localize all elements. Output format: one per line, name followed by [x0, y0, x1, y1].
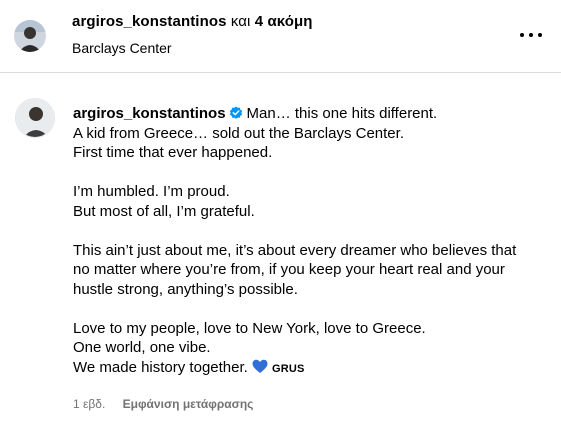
caption-line: A kid from Greece… sold out the Barclays… [73, 124, 404, 142]
more-dot-icon [538, 33, 542, 37]
flag-tag: GRUS [272, 362, 305, 375]
location-link[interactable]: Barclays Center [72, 40, 172, 56]
caption-gap [73, 299, 548, 319]
header-username[interactable]: argiros_konstantinos [72, 13, 227, 30]
caption-line: This ain’t just about me, it’s about eve… [73, 241, 517, 259]
caption-username[interactable]: argiros_konstantinos [73, 105, 226, 122]
caption-line: I’m humbled. I’m proud. [73, 183, 230, 200]
caption-line: But most of all, I’m grateful. [73, 202, 255, 220]
post-header: argiros_konstantinos και 4 ακόμη Barclay… [0, 0, 561, 73]
caption-avatar[interactable] [15, 98, 55, 138]
caption-line: argiros_konstantinos Man… this one hits d… [73, 104, 548, 124]
caption-gap [73, 221, 548, 241]
header-connector: και [230, 13, 251, 30]
caption-line: hustle strong, anything’s possible. [73, 280, 298, 298]
caption-line: no matter where you’re from, if you keep… [73, 261, 505, 278]
header-title: argiros_konstantinos και 4 ακόμη [72, 13, 313, 30]
caption-line: One world, one vibe. [73, 339, 211, 356]
caption-gap [73, 163, 548, 183]
more-dot-icon [520, 33, 524, 37]
caption-line: First time that ever happened. [73, 144, 273, 161]
caption-meta: 1 εβδ. Εμφάνιση μετάφρασης [73, 397, 253, 411]
caption-line: Man… this one hits different. [246, 105, 438, 122]
post-age[interactable]: 1 εβδ. [73, 397, 105, 411]
header-others[interactable]: 4 ακόμη [255, 13, 313, 30]
more-dot-icon [529, 33, 533, 37]
header-avatar[interactable] [14, 20, 46, 52]
caption-line: We made history together. GRUS [73, 358, 548, 380]
more-options-button[interactable] [520, 25, 542, 45]
caption-line-text: We made history together. [73, 358, 248, 376]
see-translation-button[interactable]: Εμφάνιση μετάφρασης [123, 397, 254, 411]
caption-line: Love to my people, love to New York, lov… [73, 319, 426, 337]
caption: argiros_konstantinos Man… this one hits d… [73, 104, 548, 379]
verified-badge-icon [229, 106, 242, 119]
blue-heart-icon [252, 359, 268, 373]
